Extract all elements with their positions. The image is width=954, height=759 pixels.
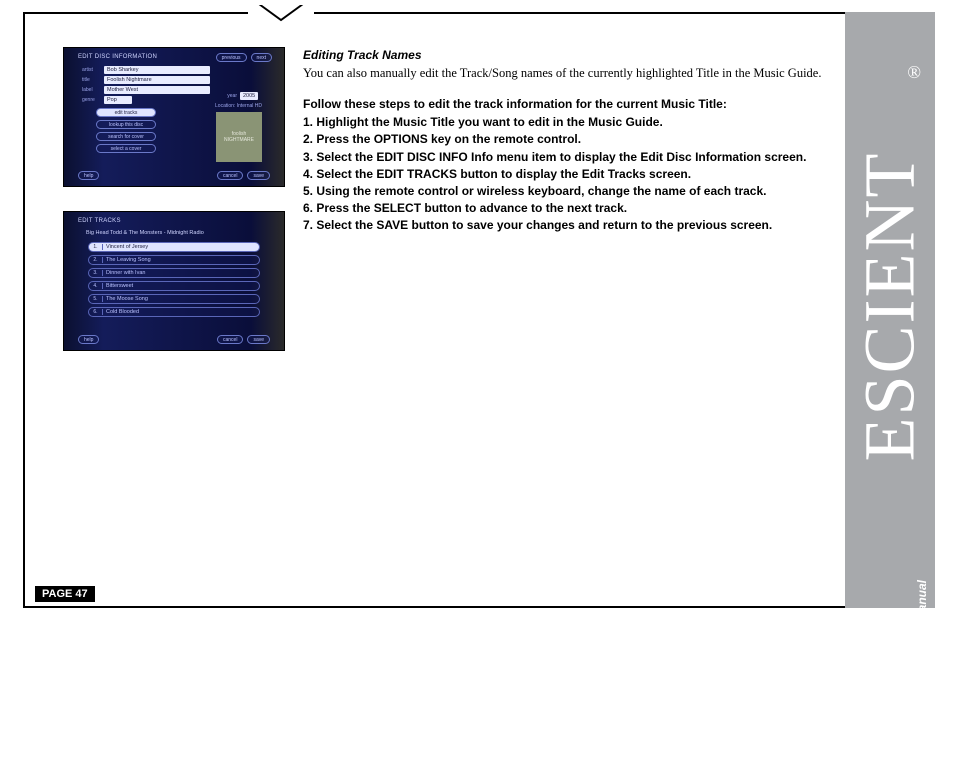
steps-list: 1. Highlight the Music Title you want to…: [303, 114, 825, 233]
screenshot-column: EDIT DISC INFORMATION previous next arti…: [63, 47, 285, 375]
step-6: 6. Press the SELECT button to advance to…: [303, 200, 825, 216]
ss1-location: Location: Internal HD: [215, 103, 262, 109]
ss1-year-value: 2005: [240, 92, 258, 100]
manual-subtitle: FireBall™ SE-D1 User's Manual: [915, 580, 929, 759]
screenshot-edit-tracks: EDIT TRACKS Big Head Todd & The Monsters…: [63, 211, 285, 351]
step-5: 5. Using the remote control or wireless …: [303, 183, 825, 199]
ss2-track-2: 2.The Leaving Song: [88, 255, 260, 265]
section-heading: Editing Track Names: [303, 47, 825, 63]
brand-wrap: ESCIENT: [851, 66, 929, 546]
step-1: 1. Highlight the Music Title you want to…: [303, 114, 825, 130]
text-column: Editing Track Names You can also manuall…: [303, 47, 825, 375]
ss1-lookup-button: lookup this disc: [96, 120, 156, 129]
ss1-artist-value: Bob Sharkey: [104, 66, 210, 74]
ss1-save-button: save: [247, 171, 270, 180]
step-4: 4. Select the EDIT TRACKS button to disp…: [303, 166, 825, 182]
ss2-subtitle: Big Head Todd & The Monsters - Midnight …: [86, 230, 204, 236]
ss1-year-label: year: [227, 93, 237, 99]
ss1-select-cover-button: select a cover: [96, 144, 156, 153]
screenshot-edit-disc-info: EDIT DISC INFORMATION previous next arti…: [63, 47, 285, 187]
ss1-cover-art: foolish NIGHTMARE: [216, 112, 262, 162]
ss2-track-list: 1.Vincent of Jersey 2.The Leaving Song 3…: [88, 242, 260, 317]
ss2-help-button: help: [78, 335, 99, 344]
ss2-track-6: 6.Cold Blooded: [88, 307, 260, 317]
page-number: PAGE 47: [35, 586, 95, 602]
ss2-title: EDIT TRACKS: [78, 218, 121, 224]
ss1-genre-value: Pop: [104, 96, 132, 104]
step-2: 2. Press the OPTIONS key on the remote c…: [303, 131, 825, 147]
ss1-title-label: title: [82, 77, 104, 83]
ss1-artist-label: artist: [82, 67, 104, 73]
step-7: 7. Select the SAVE button to save your c…: [303, 217, 825, 233]
ss1-edit-tracks-button: edit tracks: [96, 108, 156, 117]
content-area: EDIT DISC INFORMATION previous next arti…: [23, 12, 845, 608]
ss2-save-button: save: [247, 335, 270, 344]
ss2-cancel-button: cancel: [217, 335, 243, 344]
steps-lead: Follow these steps to edit the track inf…: [303, 96, 825, 112]
ss1-label-value: Mother West: [104, 86, 210, 94]
manual-page: ® ESCIENT FireBall™ SE-D1 User's Manual …: [23, 12, 935, 608]
step-3: 3. Select the EDIT DISC INFO Info menu i…: [303, 149, 825, 165]
ss2-track-4: 4.Bittersweet: [88, 281, 260, 291]
ss1-cancel-button: cancel: [217, 171, 243, 180]
brand-logo: ESCIENT: [849, 151, 932, 461]
ss1-next-button: next: [251, 53, 272, 62]
ss1-prev-button: previous: [216, 53, 247, 62]
ss2-track-1: 1.Vincent of Jersey: [88, 242, 260, 252]
ss1-genre-label: genre: [82, 97, 104, 103]
sidebar: ® ESCIENT FireBall™ SE-D1 User's Manual: [845, 12, 935, 608]
ss1-label-label: label: [82, 87, 104, 93]
ss2-track-3: 3.Dinner with Ivan: [88, 268, 260, 278]
ss1-title-value: Foolish Nightmare: [104, 76, 210, 84]
section-intro: You can also manually edit the Track/Son…: [303, 65, 825, 82]
ss1-search-cover-button: search for cover: [96, 132, 156, 141]
ss1-help-button: help: [78, 171, 99, 180]
ss2-track-5: 5.The Moose Song: [88, 294, 260, 304]
ss1-title: EDIT DISC INFORMATION: [78, 54, 157, 60]
